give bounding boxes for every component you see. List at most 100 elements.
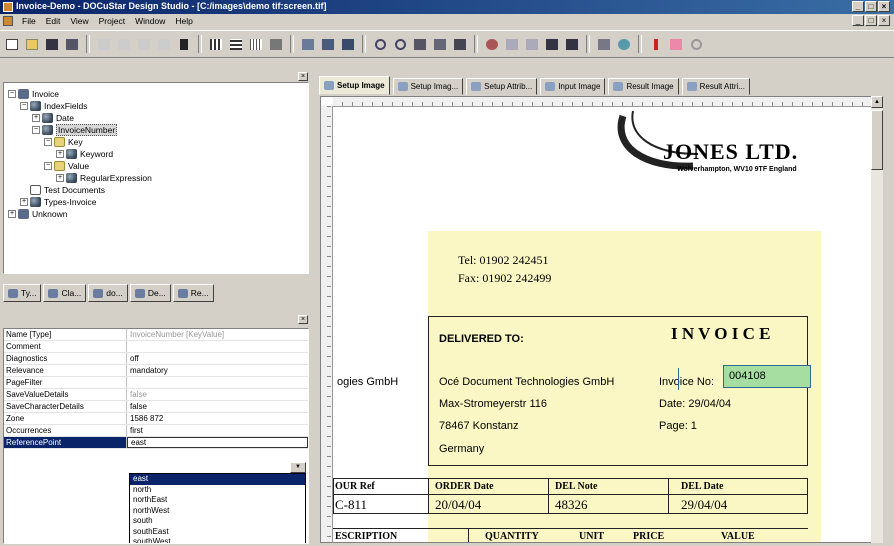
dropdown-arrow-icon[interactable]: ▼ (290, 462, 306, 473)
layout-button-3[interactable] (339, 35, 357, 53)
layout-button-1[interactable] (299, 35, 317, 53)
layout-button-2[interactable] (319, 35, 337, 53)
property-row-selected[interactable]: ReferencePoint east (4, 437, 308, 449)
property-row[interactable]: PageFilter (4, 377, 308, 389)
tab-setup-image[interactable]: Setup Image (319, 76, 390, 95)
property-value-select[interactable]: east (127, 437, 308, 448)
first-page-button[interactable] (503, 35, 521, 53)
tab-input-image[interactable]: Input Image (540, 78, 606, 95)
minimize-button[interactable]: _ (852, 1, 864, 12)
next-page-button[interactable] (543, 35, 561, 53)
mdi-close-button[interactable]: × (878, 15, 890, 26)
tab-result-attributes[interactable]: Result Attri... (681, 78, 750, 95)
menu-help[interactable]: Help (170, 16, 197, 26)
previous-page-button[interactable] (523, 35, 541, 53)
view-button-3[interactable] (451, 35, 469, 53)
property-value[interactable]: mandatory (127, 366, 168, 375)
zoom-in-button[interactable] (371, 35, 389, 53)
collapse-icon[interactable]: − (8, 89, 16, 98)
stop-button[interactable] (667, 35, 685, 53)
scrollbar-thumb[interactable] (871, 110, 883, 170)
view-button-1[interactable] (411, 35, 429, 53)
property-value[interactable]: InvoiceNumber [KeyValue] (127, 330, 224, 339)
dropdown-option[interactable]: southEast (130, 527, 305, 538)
property-row[interactable]: Comment (4, 341, 308, 353)
grid-button-1[interactable] (207, 35, 225, 53)
collapse-icon[interactable]: − (20, 101, 28, 110)
close-button[interactable]: × (878, 1, 890, 12)
tab-results[interactable]: Re... (172, 284, 214, 302)
property-row[interactable]: Zone 1586 872 (4, 413, 308, 425)
tree-node-testdocuments[interactable]: Test Documents (20, 184, 105, 195)
refresh-button[interactable] (615, 35, 633, 53)
paste-button[interactable] (135, 35, 153, 53)
delete-button[interactable] (155, 35, 173, 53)
collapse-icon[interactable]: − (44, 161, 52, 170)
dropdown-option[interactable]: southWest (130, 537, 305, 543)
help-pointer-button[interactable] (175, 35, 193, 53)
grid-button-3[interactable] (247, 35, 265, 53)
property-row[interactable]: SaveValueDetails false (4, 389, 308, 401)
zoom-out-button[interactable] (391, 35, 409, 53)
tree-node-keyword[interactable]: + Keyword (56, 148, 113, 159)
last-page-button[interactable] (563, 35, 581, 53)
expand-icon[interactable]: + (20, 197, 28, 206)
property-value[interactable]: false (127, 402, 147, 411)
save-all-button[interactable] (63, 35, 81, 53)
open-button[interactable] (23, 35, 41, 53)
options-button[interactable] (687, 35, 705, 53)
new-button[interactable] (3, 35, 21, 53)
grid-button-2[interactable] (227, 35, 245, 53)
tree-node-invoicenumber[interactable]: − InvoiceNumber (32, 123, 118, 136)
properties-button[interactable] (595, 35, 613, 53)
dropdown-option[interactable]: northEast (130, 495, 305, 506)
tree-node-invoice[interactable]: − Invoice (8, 88, 59, 99)
collapse-icon[interactable]: − (32, 125, 40, 134)
expand-icon[interactable]: + (56, 173, 64, 182)
tab-classes[interactable]: Cla... (43, 284, 87, 302)
tree-node-value[interactable]: − Value (44, 160, 89, 171)
document-icon[interactable] (3, 16, 13, 26)
tab-documents[interactable]: do... (88, 284, 128, 302)
cut-button[interactable] (95, 35, 113, 53)
tab-setup-image-2[interactable]: Setup Imag... (392, 78, 464, 95)
scroll-up-arrow-icon[interactable]: ▲ (871, 96, 883, 108)
tree-node-date[interactable]: + Date (32, 112, 74, 123)
dropdown-option[interactable]: northWest (130, 506, 305, 517)
tab-types[interactable]: Ty... (3, 284, 42, 302)
maximize-button[interactable]: □ (865, 1, 877, 12)
tab-definitions[interactable]: De... (129, 284, 171, 302)
property-row[interactable]: Name [Type] InvoiceNumber [KeyValue] (4, 329, 308, 341)
dropdown-option[interactable]: south (130, 516, 305, 527)
menu-window[interactable]: Window (130, 16, 170, 26)
expand-icon[interactable]: + (56, 149, 64, 158)
tree-node-key[interactable]: − Key (44, 136, 83, 147)
tree-node-regularexpression[interactable]: + RegularExpression (56, 172, 152, 183)
tree-panel-close-button[interactable]: × (298, 72, 308, 81)
save-button[interactable] (43, 35, 61, 53)
menu-file[interactable]: File (17, 16, 41, 26)
image-viewer[interactable]: JONES LTD. Wolverhampton, WV10 9TF Engla… (320, 96, 880, 543)
property-value[interactable]: false (127, 390, 147, 399)
property-value[interactable]: first (127, 426, 143, 435)
menu-edit[interactable]: Edit (41, 16, 66, 26)
property-row[interactable]: SaveCharacterDetails false (4, 401, 308, 413)
run-button[interactable] (647, 35, 665, 53)
expand-icon[interactable]: + (8, 209, 16, 218)
property-value[interactable]: 1586 872 (127, 414, 163, 423)
dropdown-option[interactable]: north (130, 485, 305, 496)
grid-button-4[interactable] (267, 35, 285, 53)
property-value[interactable]: off (127, 354, 139, 363)
view-button-2[interactable] (431, 35, 449, 53)
properties-panel-close-button[interactable]: × (298, 315, 308, 324)
copy-button[interactable] (115, 35, 133, 53)
property-row[interactable]: Relevance mandatory (4, 365, 308, 377)
menu-project[interactable]: Project (94, 16, 130, 26)
expand-icon[interactable]: + (32, 113, 40, 122)
mdi-minimize-button[interactable]: _ (852, 15, 864, 26)
collapse-icon[interactable]: − (44, 137, 52, 146)
dropdown-option[interactable]: east (130, 474, 305, 485)
property-row[interactable]: Diagnostics off (4, 353, 308, 365)
property-row[interactable]: Occurrences first (4, 425, 308, 437)
tab-setup-attributes[interactable]: Setup Attrib... (466, 78, 538, 95)
